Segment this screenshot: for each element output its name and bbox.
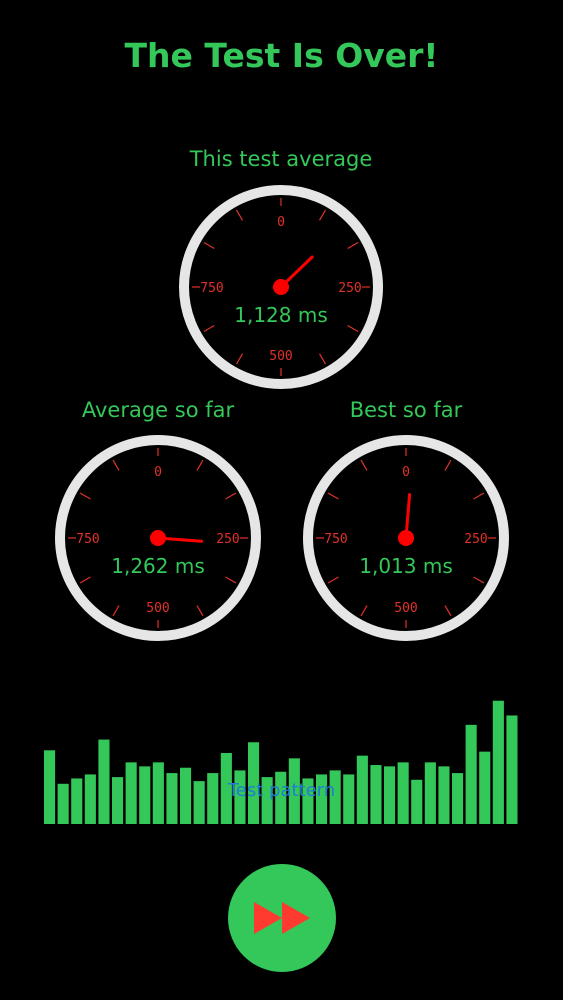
gauge-label-this-test: This test average [189,147,373,171]
gauge-tick-label: 250 [464,532,487,547]
gauge-readout: 1,013 ms [359,554,453,578]
test-pattern-bars [43,690,519,824]
fast-forward-button[interactable] [228,864,336,972]
gauge-average-so-far: 0 250 500 750 1,262 ms [54,434,262,642]
gauge-best-so-far: 0 250 500 750 1,013 ms [302,434,510,642]
pattern-bar [492,700,504,824]
gauge-hub [150,530,166,546]
gauge-tick-label: 250 [338,281,361,296]
gauge-tick-label: 500 [269,349,292,364]
gauge-tick-label: 750 [76,532,99,547]
gauge-this-test-average: 0 250 500 750 1,128 ms [178,184,384,390]
gauge-tick-label: 750 [324,532,347,547]
gauge-hub [273,279,289,295]
fast-forward-icon [254,902,310,934]
gauge-label-average-so-far: Average so far [81,398,235,422]
gauge-dial: 0 250 500 750 [55,435,261,641]
gauge-dial: 0 250 500 750 [179,185,383,389]
gauge-hub [398,530,414,546]
gauge-tick-label: 250 [216,532,239,547]
pattern-bar [506,715,518,824]
pattern-bar [465,724,477,824]
gauge-tick-label: 500 [146,601,169,616]
test-pattern-label: Test pattern [227,780,336,801]
gauge-tick-label: 0 [402,465,410,480]
gauge-tick-label: 0 [277,215,285,230]
gauge-dial: 0 250 500 750 [303,435,509,641]
gauge-tick-label: 750 [200,281,223,296]
page-title: The Test Is Over! [124,36,439,75]
gauge-readout: 1,128 ms [234,303,328,327]
gauge-label-best-so-far: Best so far [349,398,463,422]
gauge-tick-label: 0 [154,465,162,480]
gauge-tick-label: 500 [394,601,417,616]
gauge-readout: 1,262 ms [111,554,205,578]
